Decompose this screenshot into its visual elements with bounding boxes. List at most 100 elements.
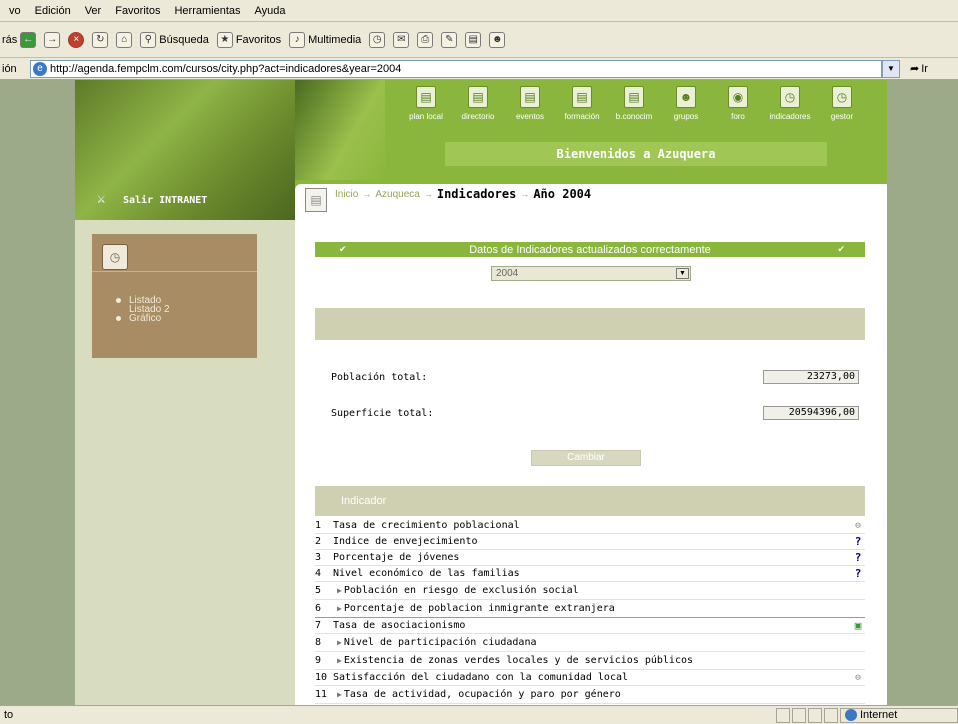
stop-icon[interactable]: × (68, 31, 85, 48)
messenger-icon[interactable]: ☻ (489, 31, 506, 48)
expand-arrow-icon[interactable]: ▶ (337, 604, 342, 613)
indicator-name: Porcentaje de jóvenes (333, 552, 460, 563)
nav-directorio[interactable]: ▤ directorio (455, 86, 501, 121)
go-arrow-icon: ➦ (910, 63, 920, 75)
menu-edit[interactable]: Edición (28, 5, 78, 17)
question-icon[interactable]: ? (851, 567, 865, 580)
media-button[interactable]: ♪ Multimedia (289, 31, 361, 48)
breadcrumb-azuqueca[interactable]: Azuqueca (375, 189, 419, 200)
back-arrow-icon: ← (20, 31, 37, 48)
manager-icon: ◷ (832, 86, 852, 108)
breadcrumb-arrow-icon: → (362, 189, 372, 199)
menu-file[interactable]: vo (2, 5, 28, 17)
plan-icon: ▤ (416, 86, 436, 108)
breadcrumb-row: ▤ Inicio → Azuqueca → Indicadores → Año … (305, 187, 591, 212)
refresh-icon[interactable]: ↻ (92, 31, 109, 48)
check-icon: ✔ (339, 244, 347, 254)
nav-eventos[interactable]: ▤ eventos (507, 86, 553, 121)
indicator-row[interactable]: 10 Satisfacción del ciudadano con la comu… (315, 670, 865, 686)
superficie-input[interactable]: 20594396,00 (763, 406, 859, 420)
indicator-number: 2 (315, 536, 322, 547)
indicator-row[interactable]: 9 ▶ Existencia de zonas verdes locales y d… (315, 652, 865, 670)
menu-favorites[interactable]: Favoritos (108, 5, 167, 17)
menu-help[interactable]: Ayuda (248, 5, 293, 17)
menu-tools[interactable]: Herramientas (167, 5, 247, 17)
indicator-name: ▶ Población en riesgo de exclusión social (337, 585, 579, 596)
indicator-number: 7 (315, 620, 322, 631)
expand-arrow-icon[interactable]: ▶ (337, 690, 342, 699)
nav-plan-local[interactable]: ▤ plan local (403, 86, 449, 121)
mail-icon[interactable]: ✉ (393, 31, 410, 48)
nav-foro[interactable]: ◉ foro (715, 86, 761, 121)
indicator-name: ▶ Existencia de zonas verdes locales y de… (337, 655, 694, 666)
address-input[interactable]: e http://agenda.fempclm.com/cursos/city.… (30, 59, 882, 78)
poblacion-label: Población total: (331, 371, 428, 383)
salir-intranet-link[interactable]: ⚔ Salir INTRANET (75, 180, 295, 220)
minus-circle-icon[interactable]: ⊖ (851, 521, 865, 531)
question-icon[interactable]: ? (851, 535, 865, 548)
favorites-button[interactable]: ★ Favoritos (216, 31, 281, 48)
indicator-header: Indicador (315, 486, 865, 516)
expand-arrow-icon[interactable]: ▶ (337, 586, 342, 595)
back-button[interactable]: rás ← (2, 31, 37, 48)
breadcrumb: Inicio → Azuqueca → Indicadores → Año 20… (335, 187, 591, 201)
bullet-icon (116, 298, 121, 303)
header-photo-right (295, 80, 385, 180)
indicator-row[interactable]: 6 ▶ Porcentaje de poblacion inmigrante ext… (315, 600, 865, 618)
discuss-icon[interactable]: ▤ (465, 31, 482, 48)
edit-icon[interactable]: ✎ (441, 31, 458, 48)
indicator-row[interactable]: 2 Indice de envejecimiento? (315, 534, 865, 550)
indicator-name: Satisfacción del ciudadano con la comuni… (333, 672, 629, 683)
address-label: ión (2, 62, 17, 75)
indicator-row[interactable]: 5 ▶ Población en riesgo de exclusión socia… (315, 582, 865, 600)
indicator-number: 3 (315, 552, 322, 563)
indicator-number: 8 (315, 637, 322, 648)
indicator-name: Tasa de crecimiento poblacional (333, 520, 520, 531)
breadcrumb-current: Indicadores (436, 187, 517, 201)
go-button[interactable]: ➦ Ir (910, 62, 928, 76)
search-button[interactable]: ⚲ Búsqueda (140, 31, 209, 48)
groups-icon: ☻ (676, 86, 696, 108)
checked-square-icon[interactable]: ▣ (851, 619, 865, 632)
history-icon[interactable]: ◷ (369, 31, 386, 48)
nav-bconocim[interactable]: ▤ b.conocim (611, 86, 657, 121)
superficie-row: Superficie total: 20594396,00 (331, 406, 859, 420)
indicator-row[interactable]: 1 Tasa de crecimiento poblacional ⊖ (315, 518, 865, 534)
indicator-number: 11 (315, 689, 328, 700)
address-dropdown-button[interactable]: ▼ (882, 59, 900, 78)
nav-grupos[interactable]: ☻ grupos (663, 86, 709, 121)
expand-arrow-icon[interactable]: ▶ (337, 638, 342, 647)
indicator-row[interactable]: 8 ▶ Nivel de participación ciudadana (315, 634, 865, 652)
year-select[interactable]: 2004 ▼ (491, 266, 691, 281)
indicator-name: Tasa de asociacionismo (333, 620, 466, 631)
breadcrumb-inicio[interactable]: Inicio (335, 189, 358, 200)
forward-arrow-icon[interactable]: → (44, 31, 61, 48)
training-icon: ▤ (572, 86, 592, 108)
expand-arrow-icon[interactable]: ▶ (337, 656, 342, 665)
indicator-row[interactable]: 7 Tasa de asociacionismo ▣ (315, 618, 865, 634)
indicator-number: 9 (315, 655, 322, 666)
nav-formacion[interactable]: ▤ formación (559, 86, 605, 121)
minus-circle-icon[interactable]: ⊖ (851, 673, 865, 683)
media-icon: ♪ (289, 31, 306, 48)
menu-view[interactable]: Ver (78, 5, 109, 17)
poblacion-input[interactable]: 23273,00 (763, 370, 859, 384)
home-icon[interactable]: ⌂ (116, 31, 133, 48)
indicator-number: 5 (315, 585, 322, 596)
indicator-row[interactable]: 3 Porcentaje de jóvenes? (315, 550, 865, 566)
indicator-name: Nivel económico de las familias (333, 568, 520, 579)
print-icon[interactable]: ⎙ (417, 31, 434, 48)
cambiar-button[interactable]: Cambiar (531, 450, 641, 466)
chevron-down-icon: ▼ (676, 268, 689, 279)
address-bar: ión e http://agenda.fempclm.com/cursos/c… (0, 58, 958, 80)
indicator-row[interactable]: 4 Nivel económico de las familias? (315, 566, 865, 582)
indicator-name: Indice de envejecimiento (333, 536, 478, 547)
site-container: ▤ plan local ▤ directorio ▤ eventos ▤ formac… (75, 80, 887, 705)
left-menu-box: ◷ Listado Listado 2 Gráfico (92, 234, 257, 358)
exit-icon: ⚔ (97, 191, 106, 207)
nav-indicadores[interactable]: ◷ indicadores (767, 86, 813, 121)
indicator-row[interactable]: 11 ▶ Tasa de actividad, ocupación y paro p… (315, 686, 865, 704)
left-menu-item-grafico[interactable]: Gráfico (116, 314, 170, 324)
question-icon[interactable]: ? (851, 551, 865, 564)
nav-gestor[interactable]: ◷ gestor (819, 86, 865, 121)
